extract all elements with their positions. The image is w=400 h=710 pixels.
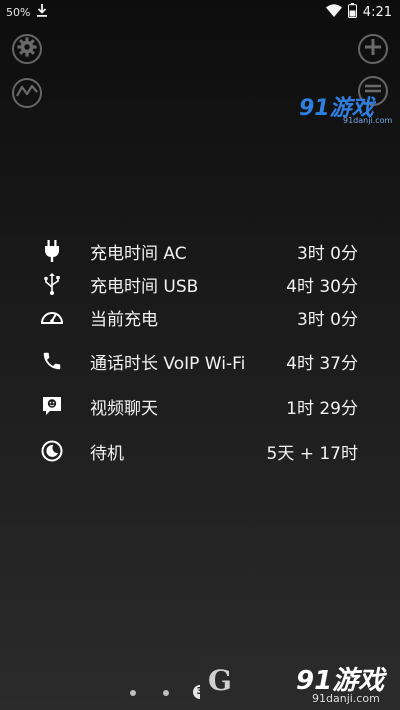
watermark-bottom: G 91游戏 91danji.com [200,656,400,710]
stat-value: 3时 0分 [296,309,358,330]
usb-icon [40,272,64,296]
moon-icon [40,439,64,463]
graph-button[interactable] [12,78,42,108]
stat-label: 充电时间 USB [90,276,199,297]
stat-row-charge-ac: 充电时间 AC 3时 0分 [0,236,400,266]
page-dot[interactable] [130,690,136,696]
clock-time: 4:21 [362,5,392,20]
plug-icon [40,239,64,263]
watermark-partial-letter: G [208,664,232,697]
watermark-top: 91游戏 91danji.com [297,90,393,130]
gear-icon [16,36,38,62]
status-bar: 50% 4:21 [0,0,400,22]
stat-label: 待机 [90,443,124,464]
stat-label: 视频聊天 [90,398,158,419]
stat-row-standby: 待机 5天 + 17时 [0,436,400,466]
wave-graph-icon [16,83,38,103]
stat-value: 4时 37分 [286,353,358,374]
stat-row-voip-call: 通话时长 VoIP Wi-Fi 4时 37分 [0,346,400,376]
stat-label: 当前充电 [90,309,158,330]
stat-label: 充电时间 AC [90,243,187,264]
stat-value: 5天 + 17时 [266,443,359,464]
page-dot[interactable] [163,690,169,696]
stat-row-video-chat: 视频聊天 1时 29分 [0,391,400,421]
stat-value: 3时 0分 [296,243,358,264]
battery-percent-text: 50% [6,5,31,19]
phone-icon [40,349,64,373]
stat-value: 1时 29分 [286,398,358,419]
watermark-url-text: 91danji.com [312,692,380,705]
stat-row-charge-usb: 充电时间 USB 4时 30分 [0,269,400,299]
stat-label: 通话时长 VoIP Wi-Fi [90,353,246,374]
download-icon [36,4,48,20]
video-chat-icon [40,394,64,418]
settings-button[interactable] [12,34,42,64]
add-button[interactable] [358,34,388,64]
wifi-icon [325,4,342,21]
battery-icon [347,3,357,22]
gauge-icon [40,305,64,329]
stat-value: 4时 30分 [286,276,358,297]
stat-row-current-charge: 当前充电 3时 0分 [0,302,400,332]
watermark-url-text: 91danji.com [343,116,393,125]
plus-icon [364,38,382,60]
